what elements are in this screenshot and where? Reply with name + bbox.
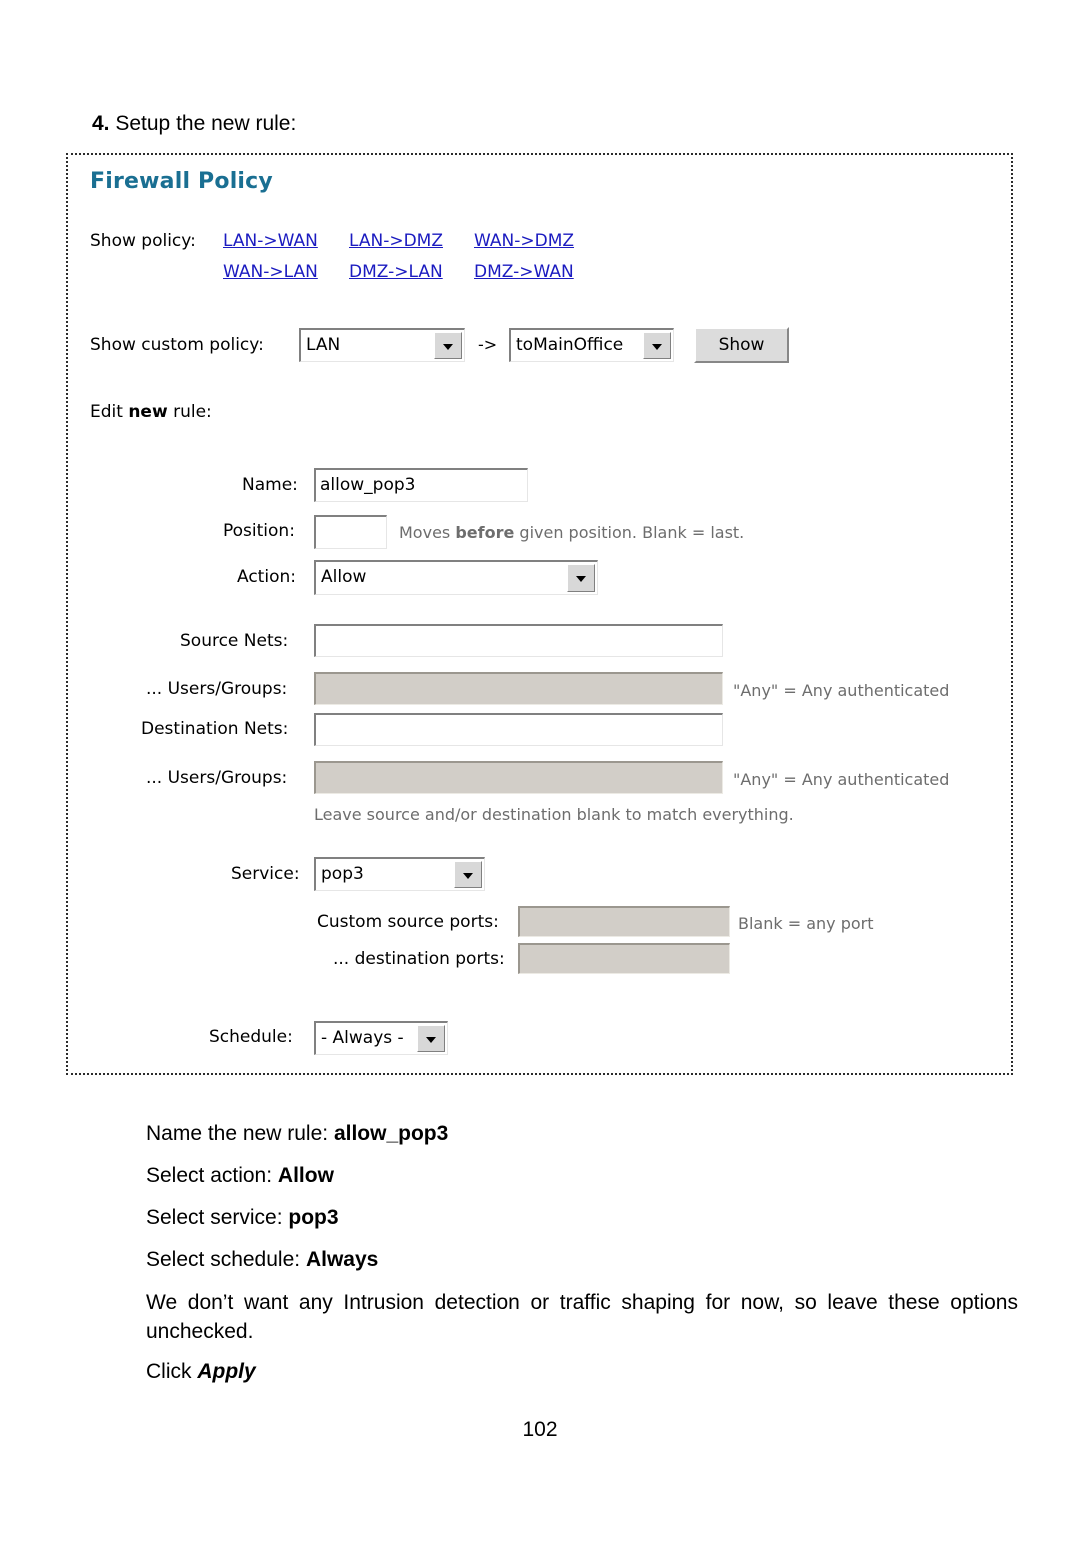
schedule-select[interactable]: - Always - <box>314 1021 448 1055</box>
position-hint-bold: before <box>455 523 515 542</box>
chevron-down-icon[interactable] <box>417 1025 445 1052</box>
chevron-down-icon[interactable] <box>454 861 482 888</box>
edit-rule-prefix: Edit <box>90 402 129 422</box>
schedule-label: Schedule: <box>209 1027 293 1047</box>
policy-link-lan-wan[interactable]: LAN->WAN <box>223 231 318 251</box>
show-custom-policy-label: Show custom policy: <box>90 335 264 355</box>
destination-users-groups-hint: "Any" = Any authenticated <box>733 770 950 789</box>
destination-users-groups-input[interactable] <box>314 761 723 794</box>
destination-nets-input[interactable] <box>314 713 723 746</box>
step-number: 4. <box>92 112 110 135</box>
action-label: Action: <box>237 567 296 587</box>
service-label: Service: <box>231 864 300 884</box>
custom-source-ports-hint: Blank = any port <box>738 914 874 933</box>
destination-users-groups-label: ... Users/Groups: <box>146 768 288 788</box>
position-hint: Moves before given position. Blank = las… <box>399 523 744 542</box>
position-label: Position: <box>223 521 295 541</box>
instruction-line-apply: Click Apply <box>146 1357 256 1386</box>
instruction-line-name-pre: Name the new rule: <box>146 1122 334 1145</box>
source-users-groups-input[interactable] <box>314 672 723 705</box>
source-users-groups-label: ... Users/Groups: <box>146 679 288 699</box>
instruction-line-action: Select action: Allow <box>146 1161 334 1190</box>
step-heading: 4. Setup the new rule: <box>92 110 296 138</box>
apply-button-reference: Apply <box>197 1360 256 1383</box>
policy-link-dmz-lan[interactable]: DMZ->LAN <box>349 262 443 282</box>
instruction-paragraph: We don’t want any Intrusion detection or… <box>146 1291 1018 1343</box>
instruction-line-service-value: pop3 <box>288 1206 339 1229</box>
instruction-line-service-pre: Select service: <box>146 1206 289 1229</box>
blank-match-hint: Leave source and/or destination blank to… <box>314 805 794 824</box>
edit-rule-suffix: rule: <box>167 402 212 422</box>
position-input[interactable] <box>314 515 387 549</box>
destination-ports-label: ... destination ports: <box>333 949 505 969</box>
instruction-line-schedule: Select schedule: Always <box>146 1245 378 1274</box>
instruction-line-action-value: Allow <box>277 1164 334 1187</box>
service-value: pop3 <box>321 864 364 884</box>
firewall-policy-screenshot: Firewall Policy Show policy: LAN->WAN LA… <box>66 153 1013 1075</box>
destination-nets-label: Destination Nets: <box>141 719 289 739</box>
custom-policy-source-value: LAN <box>306 335 341 355</box>
show-button-label: Show <box>718 335 765 355</box>
name-input[interactable]: allow_pop3 <box>314 468 528 502</box>
source-nets-input[interactable] <box>314 624 723 657</box>
action-value: Allow <box>321 567 367 587</box>
position-hint-post: given position. Blank = last. <box>514 523 745 542</box>
action-select[interactable]: Allow <box>314 560 598 595</box>
instruction-line-apply-pre: Click <box>146 1360 198 1383</box>
chevron-down-icon[interactable] <box>643 332 671 359</box>
instruction-line-action-pre: Select action: <box>146 1164 278 1187</box>
custom-policy-destination-select[interactable]: toMainOffice <box>509 328 674 362</box>
schedule-value: - Always - <box>321 1028 404 1048</box>
edit-rule-heading: Edit new rule: <box>90 402 212 422</box>
step-heading-text: Setup the new rule: <box>115 112 297 135</box>
page-number: 102 <box>522 1418 558 1441</box>
custom-policy-destination-value: toMainOffice <box>516 335 624 355</box>
position-hint-pre: Moves <box>399 523 456 542</box>
custom-source-ports-input[interactable] <box>518 906 730 937</box>
instruction-line-schedule-pre: Select schedule: <box>146 1248 306 1271</box>
policy-link-dmz-wan[interactable]: DMZ->WAN <box>474 262 574 282</box>
chevron-down-icon[interactable] <box>567 564 595 592</box>
show-button[interactable]: Show <box>694 327 789 363</box>
edit-rule-emphasis: new <box>128 402 168 422</box>
page-title: Firewall Policy <box>90 169 273 194</box>
instruction-line-service: Select service: pop3 <box>146 1203 339 1232</box>
policy-link-wan-dmz[interactable]: WAN->DMZ <box>474 231 574 251</box>
destination-ports-input[interactable] <box>518 943 730 974</box>
policy-link-lan-dmz[interactable]: LAN->DMZ <box>349 231 443 251</box>
service-select[interactable]: pop3 <box>314 857 485 891</box>
instruction-line-schedule-value: Always <box>305 1248 379 1271</box>
source-nets-label: Source Nets: <box>180 631 289 651</box>
source-users-groups-hint: "Any" = Any authenticated <box>733 681 950 700</box>
chevron-down-icon[interactable] <box>434 332 462 359</box>
custom-policy-arrow: -> <box>478 335 498 354</box>
policy-link-wan-lan[interactable]: WAN->LAN <box>223 262 318 282</box>
name-label: Name: <box>242 475 298 495</box>
custom-policy-source-select[interactable]: LAN <box>299 328 465 362</box>
instruction-line-name: Name the new rule: allow_pop3 <box>146 1119 448 1148</box>
instruction-line-name-value: allow_pop3 <box>333 1122 449 1145</box>
show-policy-label: Show policy: <box>90 231 196 251</box>
custom-source-ports-label: Custom source ports: <box>317 912 499 932</box>
